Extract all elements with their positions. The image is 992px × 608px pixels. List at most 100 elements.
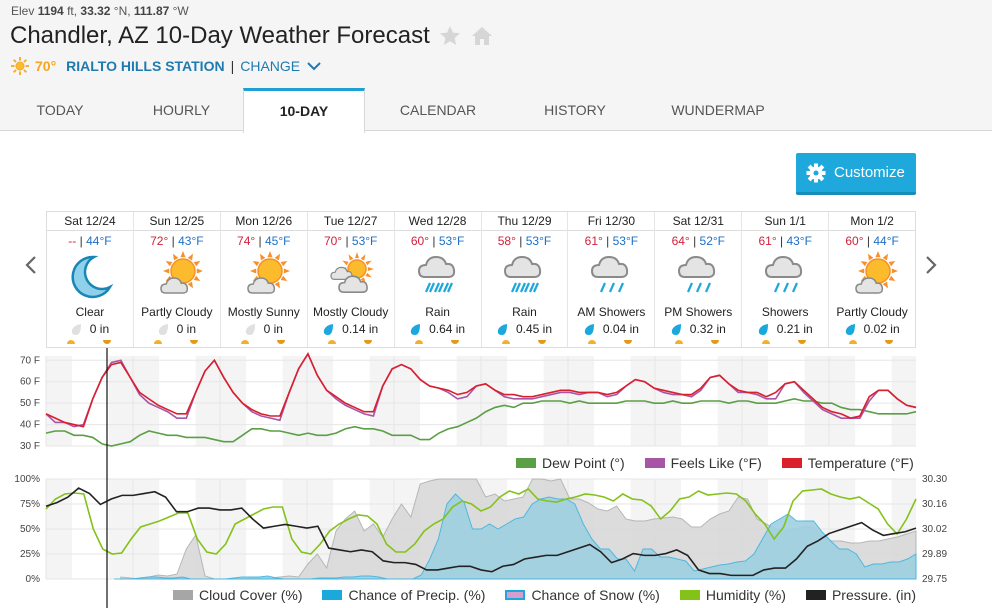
sunrise-icon [414, 340, 423, 344]
separator: | [606, 234, 610, 248]
tab-calendar[interactable]: CALENDAR [365, 88, 511, 132]
tab-history[interactable]: HISTORY [511, 88, 639, 132]
y-tick-label-right: 30.30 [922, 474, 947, 485]
day-card[interactable]: Mon 12/26 74° | 45°F Mostly Sunny 0 in [220, 212, 308, 347]
rain-icon [417, 255, 455, 293]
separator: | [79, 234, 83, 248]
legend-cloud-cover[interactable]: Cloud Cover (%) [173, 587, 302, 603]
set-home-icon[interactable] [470, 24, 494, 48]
tab-today[interactable]: TODAY [0, 88, 120, 132]
legend-dew-point[interactable]: Dew Point (°) [516, 455, 625, 471]
low-temp: 53°F [612, 234, 639, 248]
change-station-button[interactable]: CHANGE [240, 58, 300, 74]
high-low-temps: 74° | 45°F [221, 234, 307, 248]
separator: | [693, 234, 697, 248]
low-temp: 43°F [178, 234, 204, 248]
night-band [369, 356, 394, 446]
precip-value: 0 in [89, 322, 110, 336]
sunset-icon [276, 340, 285, 344]
legend-swatch [781, 458, 802, 468]
precip-amount: 0 in [221, 322, 307, 336]
showers-icon [678, 255, 716, 293]
condition-label: Showers [761, 305, 809, 319]
precip-amount: 0 in [47, 322, 133, 336]
legend-temperature[interactable]: Temperature (°F) [781, 455, 914, 471]
legend-pressure[interactable]: Pressure. (in) [805, 587, 916, 603]
legend-feels-like[interactable]: Feels Like (°F) [644, 455, 762, 471]
y-tick-label-right: 30.02 [922, 524, 947, 535]
day-card[interactable]: Fri 12/30 61° | 53°F AM Showers 0.04 in [568, 212, 656, 347]
day-card[interactable]: Sat 12/31 64° | 52°F PM Showers 0.32 in [655, 212, 743, 347]
longitude-unit: °W [169, 4, 189, 18]
high-low-temps: 61° | 43°F [742, 234, 828, 248]
precip-amount: 0.21 in [742, 322, 828, 336]
day-card[interactable]: Sat 12/24 -- | 44°F Clear 0 in [47, 212, 134, 347]
legend-chance-snow[interactable]: Chance of Snow (%) [505, 587, 660, 603]
tab-10-day[interactable]: 10-DAY [243, 88, 365, 133]
night-band [481, 356, 508, 446]
legend-swatch [644, 458, 665, 468]
day-card[interactable]: Tue 12/27 70° | 53°F Mostly Cloudy 0.14 … [307, 212, 395, 347]
partly-cloudy-icon [855, 251, 899, 294]
customize-button[interactable]: Customize [796, 153, 916, 195]
day-date: Mon 1/2 [829, 212, 916, 231]
sunset-icon [885, 340, 894, 344]
high-temp: 61° [584, 234, 603, 248]
page-header: Elev 1194 ft, 33.32 °N, 111.87 °W Chandl… [0, 0, 992, 133]
day-card[interactable]: Sun 1/1 61° | 43°F Showers 0.21 in [742, 212, 830, 347]
sun-icon [11, 57, 29, 75]
partly-cloudy-icon [160, 251, 203, 294]
temperature-legend: Dew Point (°) Feels Like (°F) Temperatur… [496, 455, 914, 471]
previous-arrow-icon[interactable] [24, 255, 38, 275]
next-arrow-icon[interactable] [924, 255, 938, 275]
station-link[interactable]: RIALTO HILLS STATION [66, 58, 224, 74]
night-band [195, 356, 220, 446]
y-tick-label: 70 F [20, 355, 40, 366]
condition-label: AM Showers [577, 305, 646, 319]
high-temp: 61° [758, 234, 777, 248]
separator: | [258, 234, 262, 248]
y-tick-label-left: 25% [20, 549, 40, 560]
sunset-icon [189, 340, 198, 344]
precip-value: 0.14 in [342, 322, 379, 336]
sunset-icon [798, 340, 807, 344]
day-card[interactable]: Mon 1/2 60° | 44°F Partly Cloudy 0.02 in [829, 212, 916, 347]
sunset-icon [103, 340, 111, 344]
legend-humidity[interactable]: Humidity (%) [679, 587, 786, 603]
legend-chance-precip[interactable]: Chance of Precip. (%) [322, 587, 485, 603]
showers-icon [765, 255, 803, 293]
raindrop-icon [758, 323, 768, 335]
high-temp: 58° [497, 234, 516, 248]
tab-wundermap[interactable]: WUNDERMAP [639, 88, 797, 132]
sunrise-icon [240, 340, 249, 344]
day-card[interactable]: Sun 12/25 72° | 43°F Partly Cloudy 0 in [133, 212, 221, 347]
day-date: Sun 12/25 [133, 212, 220, 231]
chevron-down-icon[interactable] [306, 60, 322, 72]
night-band [307, 356, 334, 446]
high-temp: 72° [150, 234, 169, 248]
high-low-temps: 72° | 43°F [134, 234, 220, 248]
separator: | [171, 234, 175, 248]
condition-label: Rain [425, 305, 450, 319]
separator: | [432, 234, 436, 248]
precip-amount: 0.64 in [395, 322, 481, 336]
tab-hourly[interactable]: HOURLY [120, 88, 243, 132]
sunrise-icon [153, 340, 162, 344]
current-temperature: 70° [35, 58, 57, 74]
high-temp: 64° [671, 234, 690, 248]
high-low-temps: 61° | 53°F [568, 234, 654, 248]
sunrise-icon [588, 340, 597, 344]
precip-value: 0.04 in [602, 322, 639, 336]
condition-label: Mostly Sunny [227, 305, 300, 319]
precip-value: 0 in [176, 322, 197, 336]
latitude-unit: °N, [110, 4, 134, 18]
precip-amount: 0.02 in [829, 322, 915, 336]
day-card[interactable]: Thu 12/29 58° | 53°F Rain 0.45 in [481, 212, 569, 347]
day-date: Sat 12/24 [47, 212, 133, 231]
day-card[interactable]: Wed 12/28 60° | 53°F Rain 0.64 in [394, 212, 482, 347]
high-low-temps: 60° | 44°F [829, 234, 915, 248]
legend-swatch [805, 590, 826, 600]
elev-label: Elev [11, 4, 38, 18]
favorite-star-icon[interactable] [438, 24, 462, 48]
y-tick-label-right: 30.16 [922, 499, 947, 510]
